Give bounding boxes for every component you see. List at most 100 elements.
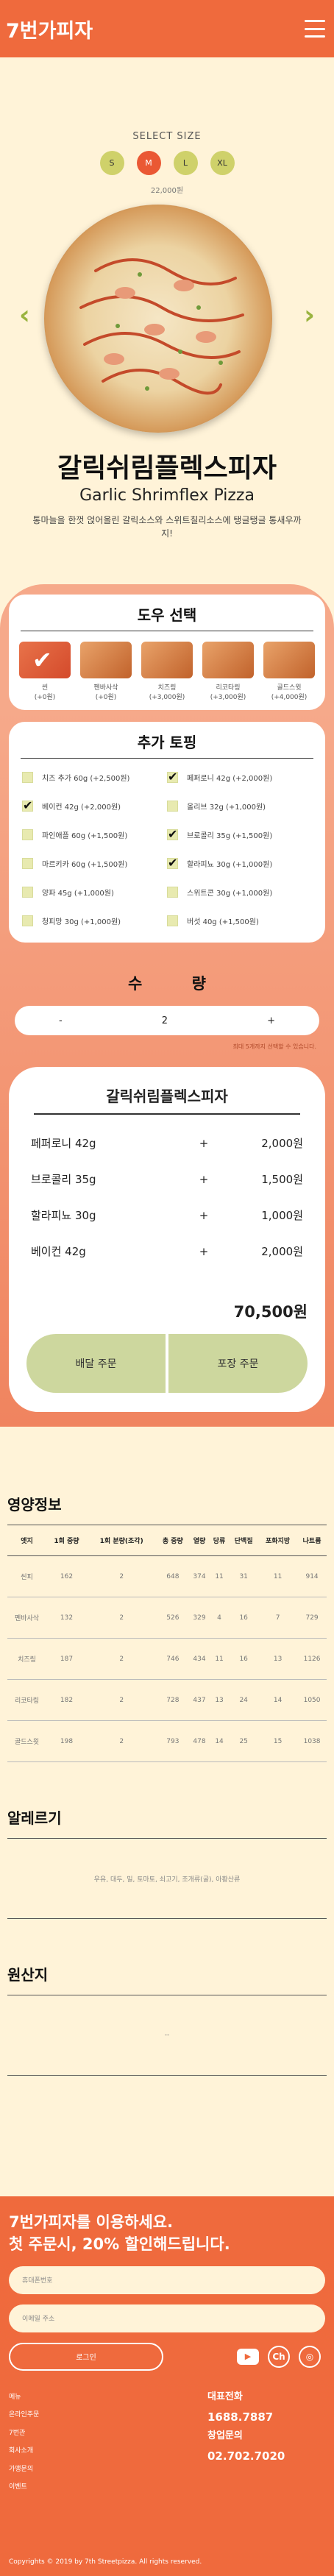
footer-links: 메뉴 온라인주문 7번관 회사소개 가맹문의 이벤트	[9, 2388, 207, 2497]
checkbox[interactable]	[167, 801, 178, 812]
size-m-button[interactable]: M	[136, 151, 161, 175]
topping-label: 치즈 추가 60g (+2,500원)	[42, 775, 130, 783]
chevron-right-icon[interactable]: ›	[304, 300, 315, 330]
phone-input[interactable]: 휴대폰번호	[9, 2265, 325, 2294]
table-cell: 11	[258, 1555, 298, 1597]
checkbox[interactable]	[22, 858, 33, 869]
summary-item-price: 2,000원	[261, 1245, 303, 1258]
table-cell: 1050	[297, 1679, 327, 1721]
size-label: SELECT SIZE	[132, 131, 202, 142]
topping-option[interactable]: 베이컨 42g (+2,000원)	[22, 798, 167, 812]
table-row: 씬피 162 2 648 374 11 31 11 914	[7, 1555, 327, 1597]
dough-option-ricotta-ring[interactable]: 리코타링 (+3,000원)	[202, 642, 254, 701]
footer-link[interactable]: 메뉴	[9, 2388, 207, 2406]
checkbox[interactable]	[22, 887, 33, 898]
decrement-button[interactable]: -	[59, 1015, 63, 1026]
topping-label: 올리브 32g (+1,000원)	[187, 803, 266, 812]
chevron-left-icon[interactable]: ‹	[19, 300, 30, 330]
dough-option-thin[interactable]: 씬 (+0원)	[19, 642, 71, 701]
table-cell: 24	[229, 1679, 259, 1721]
topping-option[interactable]: 치즈 추가 60g (+2,500원)	[22, 772, 167, 783]
table-cell: 씬피	[7, 1555, 47, 1597]
topping-label: 페퍼로니 42g (+2,000원)	[187, 775, 273, 783]
size-xl-button[interactable]: XL	[210, 151, 235, 175]
footer-link[interactable]: 가맹문의	[9, 2460, 207, 2478]
origin-title: 원산지	[7, 1966, 49, 1984]
checkbox[interactable]	[167, 827, 178, 841]
top-header: 7번가피자	[0, 0, 334, 57]
table-row: 리코타링 182 2 728 437 13 24 14 1050	[7, 1679, 327, 1721]
dough-option-crispy[interactable]: 펜바사삭 (+0원)	[80, 642, 132, 701]
plus-sign: +	[199, 1172, 209, 1186]
topping-label: 마르키카 60g (+1,500원)	[42, 861, 128, 869]
table-cell: 31	[229, 1555, 259, 1597]
dough-name: 골드스윗	[277, 684, 302, 692]
size-l-button[interactable]: L	[173, 151, 198, 175]
increment-button[interactable]: +	[267, 1015, 275, 1026]
checkbox[interactable]	[22, 772, 33, 783]
topping-option[interactable]: 버섯 40g (+1,500원)	[167, 915, 312, 926]
kakao-icon[interactable]: Ch	[268, 2345, 290, 2368]
quantity-note: 최대 5개까지 선택할 수 있습니다.	[232, 1043, 316, 1050]
pickup-order-button[interactable]: 포장 주문	[168, 1334, 308, 1393]
table-cell: 4	[209, 1597, 230, 1639]
youtube-icon[interactable]: ▶	[237, 2348, 259, 2365]
footer-link[interactable]: 회사소개	[9, 2442, 207, 2460]
topping-option[interactable]: 양파 45g (+1,000원)	[22, 887, 167, 898]
table-cell: 13	[209, 1679, 230, 1721]
login-button[interactable]: 로그인	[9, 2342, 163, 2371]
table-cell: 25	[229, 1720, 259, 1762]
delivery-order-button[interactable]: 배달 주문	[26, 1334, 166, 1393]
table-cell: 11	[209, 1555, 230, 1597]
email-input[interactable]: 이메일 주소	[9, 2304, 325, 2332]
checkbox[interactable]	[22, 915, 33, 926]
origin-section: 원산지 --	[0, 1963, 334, 2076]
summary-row: 할라피뇨 30g +1,000원	[26, 1207, 308, 1223]
footer-promo: 첫 주문시, 20% 할인해드립니다.	[9, 2235, 230, 2254]
footer-link[interactable]: 7번관	[9, 2424, 207, 2442]
topping-option[interactable]: 올리브 32g (+1,000원)	[167, 801, 312, 812]
topping-option[interactable]: 스위트콘 30g (+1,000원)	[167, 887, 312, 898]
checkbox[interactable]	[167, 856, 178, 870]
nutrition-title: 영양정보	[7, 1496, 62, 1514]
table-cell: 2	[86, 1597, 157, 1639]
topping-option[interactable]: 파인애플 60g (+1,500원)	[22, 829, 167, 840]
footer-link[interactable]: 이벤트	[9, 2478, 207, 2496]
topping-option[interactable]: 마르키카 60g (+1,500원)	[22, 858, 167, 869]
franchise-phone: 02.702.7020	[207, 2449, 285, 2463]
origin-text: --	[7, 1995, 327, 2076]
table-cell: 162	[46, 1555, 87, 1597]
copyright: Copyrights © 2019 by 7th Streetpizza. Al…	[9, 2558, 202, 2566]
checkbox[interactable]	[22, 798, 33, 812]
size-s-button[interactable]: S	[99, 151, 124, 175]
table-cell: 434	[189, 1638, 210, 1680]
brand-logo[interactable]: 7번가피자	[6, 15, 93, 43]
checkbox[interactable]	[167, 770, 178, 784]
checkbox[interactable]	[167, 887, 178, 898]
hamburger-menu-icon[interactable]	[305, 20, 325, 38]
topping-option[interactable]: 청피망 30g (+1,000원)	[22, 915, 167, 926]
dough-option-gold-sweet[interactable]: 골드스윗 (+4,000원)	[263, 642, 315, 701]
topping-option[interactable]: 할라피뇨 30g (+1,000원)	[167, 856, 312, 870]
topping-option[interactable]: 브로콜리 35g (+1,500원)	[167, 827, 312, 841]
summary-item-name: 브로콜리 35g	[31, 1173, 96, 1186]
topping-option[interactable]: 페퍼로니 42g (+2,000원)	[167, 770, 312, 784]
summary-item-price: 2,000원	[261, 1137, 303, 1150]
topping-label: 버섯 40g (+1,500원)	[187, 918, 259, 926]
site-footer: 7번가피자를 이용하세요. 첫 주문시, 20% 할인해드립니다. 휴대폰번호 …	[0, 2196, 334, 2576]
table-cell: 648	[156, 1555, 190, 1597]
table-header: 열량	[189, 1525, 210, 1556]
pizza-carousel: ‹ ›	[0, 201, 334, 436]
table-cell: 329	[189, 1597, 210, 1639]
table-cell: 1038	[297, 1720, 327, 1762]
dough-option-cheese-ring[interactable]: 치즈링 (+3,000원)	[141, 642, 193, 701]
nutrition-section: 영양정보 엣지 1회 중량 1회 분량(조각) 총 중량 열량 당류 단백질 포…	[0, 1493, 334, 1762]
table-cell: 2	[86, 1679, 157, 1721]
checkbox[interactable]	[167, 915, 178, 926]
instagram-icon[interactable]: ◎	[299, 2345, 321, 2368]
table-cell: 374	[189, 1555, 210, 1597]
checkbox[interactable]	[22, 829, 33, 840]
dough-price: (+0원)	[34, 694, 56, 701]
topping-label: 스위트콘 30g (+1,000원)	[187, 890, 273, 898]
footer-link[interactable]: 온라인주문	[9, 2406, 207, 2424]
